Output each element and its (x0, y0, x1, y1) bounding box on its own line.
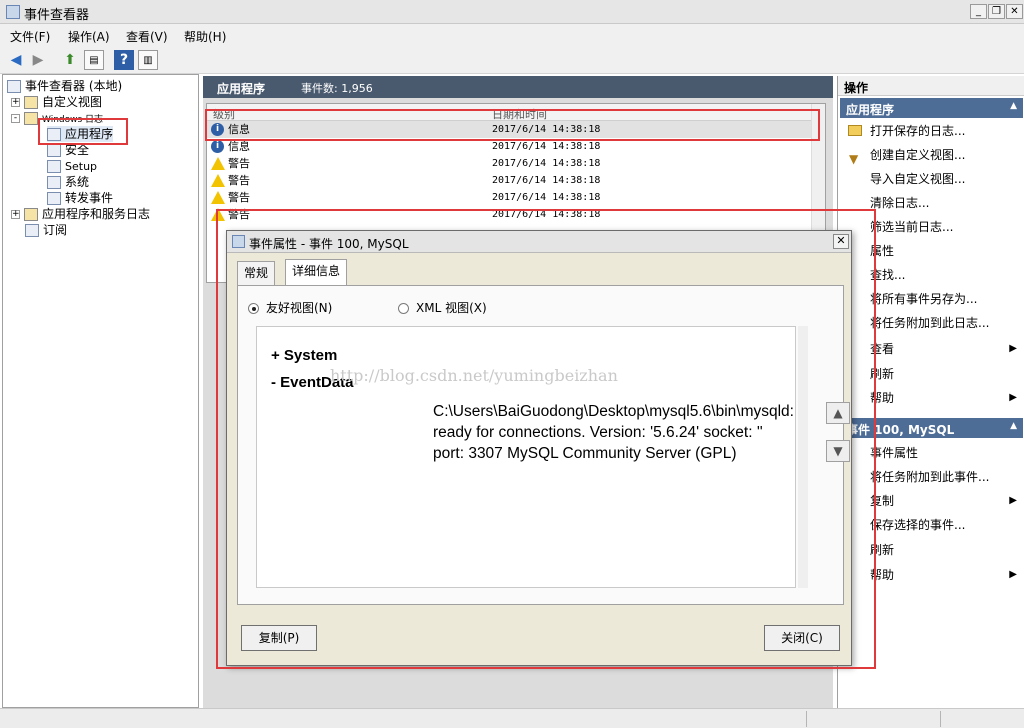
event-row[interactable]: 警告 2017/6/14 14:38:18 (207, 172, 811, 189)
collapse-arrow-icon[interactable]: ▲ (1010, 101, 1017, 111)
forward-icon[interactable]: ▶ (28, 50, 48, 70)
tree-item-forwarded[interactable]: 转发事件 (47, 190, 113, 206)
submenu-arrow-icon: ▶ (1009, 495, 1017, 506)
log-icon (47, 192, 61, 205)
folder-icon (24, 112, 38, 125)
back-icon[interactable]: ◀ (6, 50, 26, 70)
tree-root[interactable]: 事件查看器 (本地) (7, 78, 122, 94)
folder-open-icon (848, 125, 862, 136)
menu-bar: 文件(F) 操作(A) 查看(V) 帮助(H) (0, 24, 1024, 46)
annotation-box (205, 109, 820, 141)
status-divider (806, 711, 807, 727)
toolbar: ◀ ▶ ⬆ ▤ ? ▥ (0, 46, 1024, 74)
warning-icon (211, 174, 225, 187)
warning-icon (211, 157, 225, 170)
submenu-arrow-icon: ▶ (1009, 343, 1017, 354)
log-icon (47, 144, 61, 157)
help-icon[interactable]: ? (114, 50, 134, 70)
event-row[interactable]: 警告 2017/6/14 14:38:18 (207, 189, 811, 206)
submenu-arrow-icon: ▶ (1009, 569, 1017, 580)
minimize-button[interactable]: _ (970, 4, 987, 19)
tree-item-system[interactable]: 系统 (47, 174, 89, 190)
window-title: 事件查看器 (24, 8, 90, 23)
filter-icon: ▼ (849, 152, 859, 166)
log-icon (47, 176, 61, 189)
actions-group-application[interactable]: 应用程序 ▲ (840, 98, 1023, 118)
navigation-tree: 事件查看器 (本地) + 自定义视图 - Windows 日志 应用程序 安全 Se… (2, 74, 199, 708)
up-folder-icon[interactable]: ⬆ (60, 50, 80, 70)
collapse-arrow-icon[interactable]: ▲ (1010, 421, 1017, 431)
menu-view[interactable]: 查看(V) (126, 28, 168, 45)
log-title: 应用程序 (217, 82, 266, 96)
event-viewer-icon (6, 5, 20, 19)
action-open-saved-log[interactable]: 打开保存的日志... (844, 120, 1021, 142)
show-tree-icon[interactable]: ▤ (84, 50, 104, 70)
tree-custom-views[interactable]: + 自定义视图 (11, 94, 102, 110)
status-divider (940, 711, 941, 727)
folder-icon (24, 96, 38, 109)
log-header: 应用程序 事件数: 1,956 (203, 76, 833, 98)
close-button[interactable]: ✕ (1006, 4, 1023, 19)
collapse-icon[interactable]: - (11, 114, 20, 123)
action-import-custom-view[interactable]: 导入自定义视图... (844, 168, 1021, 190)
expand-icon[interactable]: + (11, 210, 20, 219)
submenu-arrow-icon: ▶ (1009, 392, 1017, 403)
menu-file[interactable]: 文件(F) (10, 28, 50, 45)
folder-icon (24, 208, 38, 221)
event-viewer-icon (7, 80, 21, 93)
log-icon (47, 160, 61, 173)
tree-app-service-logs[interactable]: + 应用程序和服务日志 (11, 206, 150, 222)
action-create-custom-view[interactable]: ▼ 创建自定义视图... (844, 144, 1021, 166)
subscription-icon (25, 224, 39, 237)
menu-help[interactable]: 帮助(H) (184, 28, 226, 45)
event-count: 事件数: 1,956 (301, 82, 373, 95)
annotation-box (38, 118, 128, 145)
expand-icon[interactable]: + (11, 98, 20, 107)
title-bar: 事件查看器 _ ❐ ✕ (0, 0, 1024, 24)
info-icon: i (211, 140, 224, 153)
restore-button[interactable]: ❐ (988, 4, 1005, 19)
warning-icon (211, 191, 225, 204)
event-row[interactable]: 警告 2017/6/14 14:38:18 (207, 155, 811, 172)
tree-item-setup[interactable]: Setup (47, 158, 97, 174)
show-actions-icon[interactable]: ▥ (138, 50, 158, 70)
menu-action[interactable]: 操作(A) (68, 28, 110, 45)
tree-subscriptions[interactable]: 订阅 (25, 222, 67, 238)
actions-header: 操作 (838, 76, 1024, 96)
status-bar (0, 708, 1024, 728)
annotation-box (216, 209, 876, 669)
